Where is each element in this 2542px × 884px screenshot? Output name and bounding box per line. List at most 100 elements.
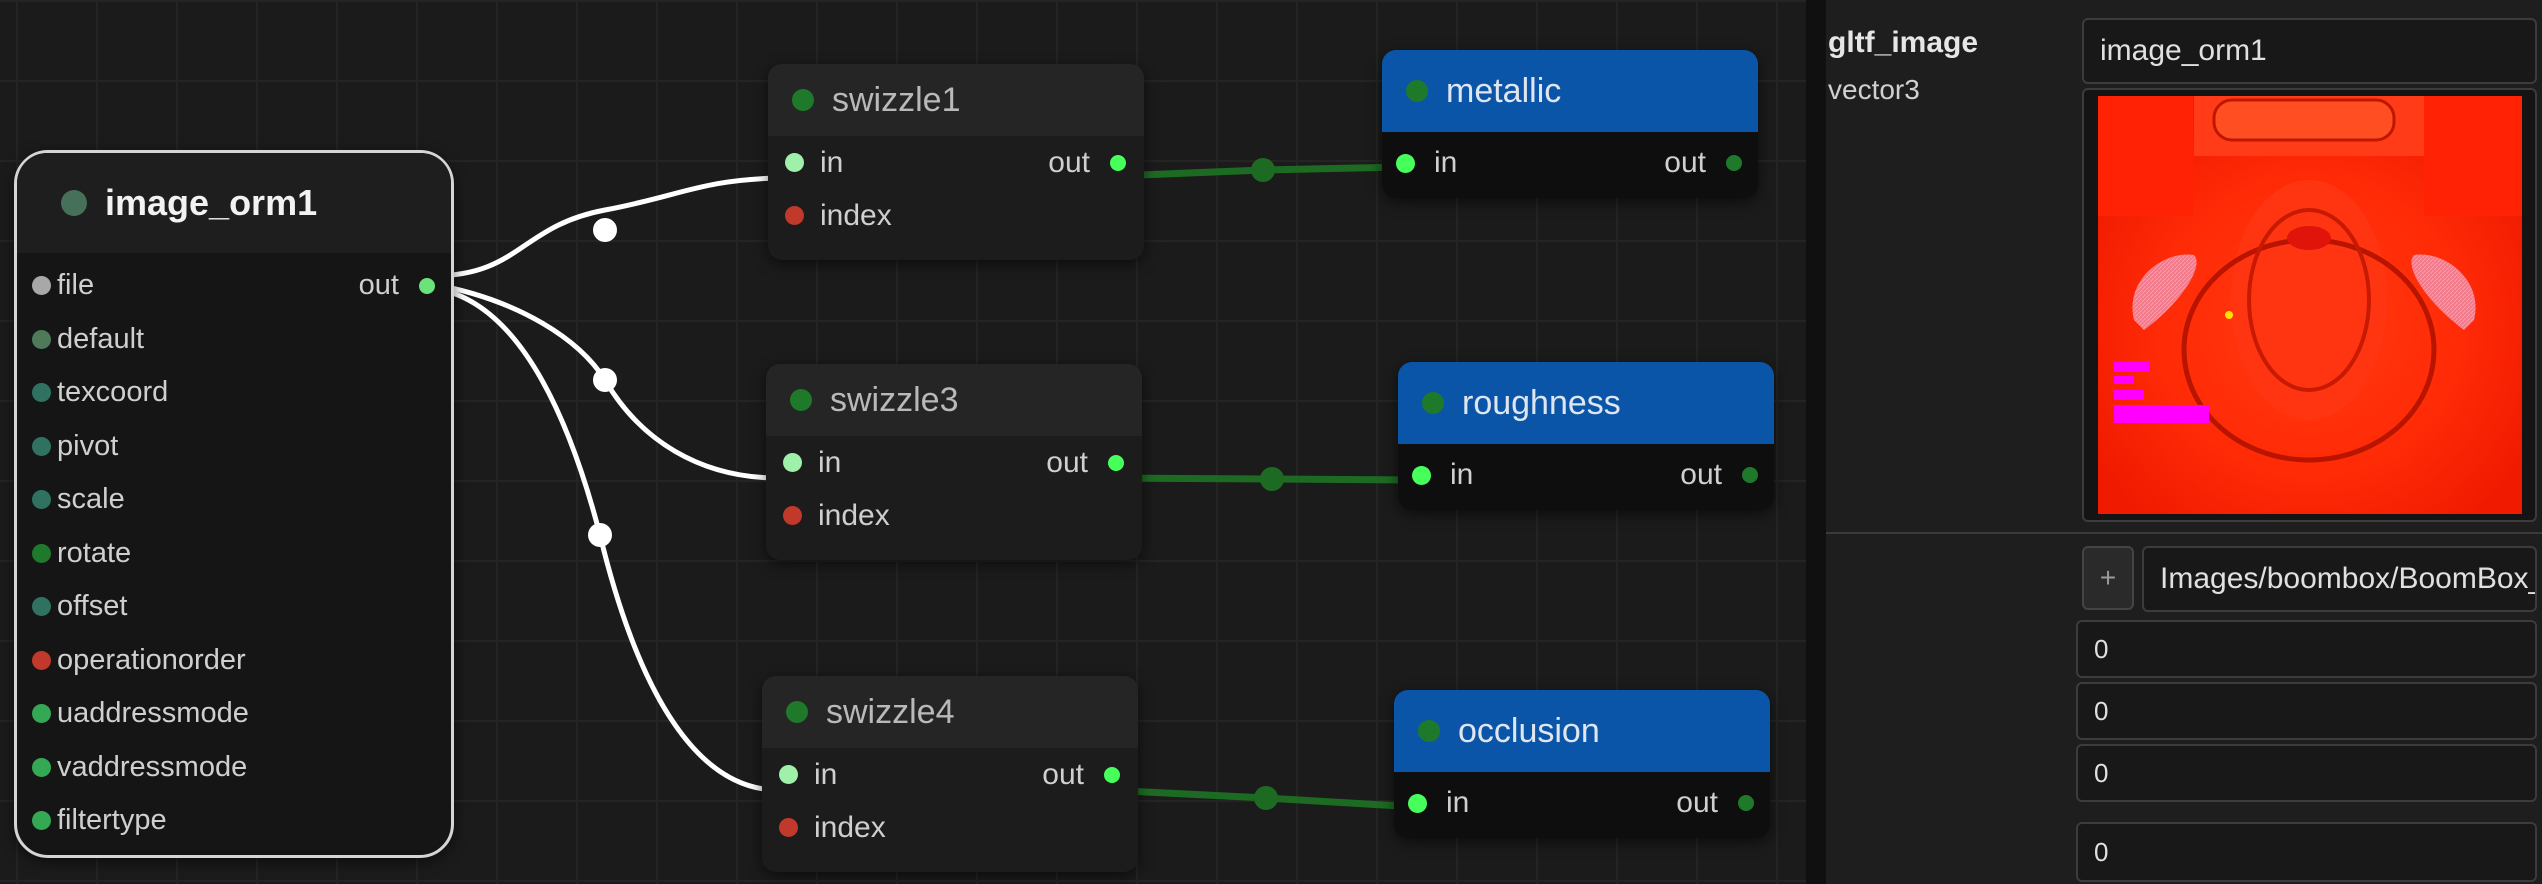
output-port[interactable] xyxy=(1104,766,1120,783)
port-label: offset xyxy=(57,590,128,623)
input-port[interactable] xyxy=(32,329,51,349)
node-type-label: gltf_image xyxy=(1828,26,1979,59)
image-input-file: file out xyxy=(17,259,451,313)
panel-divider[interactable] xyxy=(1806,0,1826,884)
input-port[interactable] xyxy=(779,818,798,837)
node-status-dot xyxy=(61,190,87,216)
swizzle1-index-row: index xyxy=(768,189,1144,242)
swizzle3-header[interactable]: swizzle3 xyxy=(766,364,1142,436)
port-label: uaddressmode xyxy=(57,697,249,730)
occlusion-header[interactable]: occlusion xyxy=(1394,690,1770,772)
image-input-uaddressmode: uaddressmode xyxy=(17,687,451,741)
input-port[interactable] xyxy=(785,153,804,172)
node-status-dot xyxy=(786,701,808,723)
port-label: in xyxy=(1434,146,1458,179)
port-label: in xyxy=(1446,786,1470,819)
input-port[interactable] xyxy=(32,383,51,403)
port-label: index xyxy=(814,810,886,844)
output-port[interactable] xyxy=(1726,155,1742,171)
port-label: file xyxy=(57,269,95,302)
default-z-input[interactable]: 0 xyxy=(2076,744,2537,802)
input-port[interactable] xyxy=(783,453,802,472)
swizzle4-index-row: index xyxy=(762,801,1138,854)
output-port[interactable] xyxy=(1742,467,1758,483)
node-status-dot xyxy=(1418,720,1440,742)
port-label: filtertype xyxy=(57,804,167,837)
roughness-header[interactable]: roughness xyxy=(1398,362,1774,444)
input-port[interactable] xyxy=(785,206,804,225)
port-label: out xyxy=(358,269,399,302)
output-port[interactable] xyxy=(1108,454,1124,471)
output-port[interactable] xyxy=(1110,154,1126,171)
input-port[interactable] xyxy=(32,543,51,563)
port-label: out xyxy=(1042,757,1084,791)
image-node-header[interactable]: image_orm1 xyxy=(17,153,451,253)
image-node[interactable]: image_orm1 file out default texcoord pivot sc… xyxy=(14,150,454,858)
swizzle1-header[interactable]: swizzle1 xyxy=(768,64,1144,136)
node-status-dot xyxy=(792,89,814,111)
metallic-header[interactable]: metallic xyxy=(1382,50,1758,132)
image-input-texcoord: texcoord xyxy=(17,366,451,420)
input-port[interactable] xyxy=(1408,793,1427,813)
input-port[interactable] xyxy=(32,276,51,296)
input-port[interactable] xyxy=(779,765,798,784)
image-node-ports: file out default texcoord pivot scale rotate of… xyxy=(17,253,451,848)
node-name-input[interactable]: image_orm1 xyxy=(2082,18,2537,84)
wire-knot xyxy=(1260,467,1284,491)
image-input-filtertype: filtertype xyxy=(17,794,451,848)
swizzle3-title: swizzle3 xyxy=(830,380,959,419)
port-label: out xyxy=(1680,458,1722,491)
image-input-pivot: pivot xyxy=(17,420,451,474)
node-status-dot xyxy=(1422,392,1444,414)
swizzle4-header[interactable]: swizzle4 xyxy=(762,676,1138,748)
roughness-node[interactable]: roughness in out xyxy=(1398,362,1774,510)
port-label: scale xyxy=(57,483,125,516)
node-status-dot xyxy=(790,389,812,411)
file-path-input[interactable]: Images/boombox/BoomBox_occlusionRoughnes… xyxy=(2142,546,2537,612)
default-y-input[interactable]: 0 xyxy=(2076,682,2537,740)
port-label: operationorder xyxy=(57,643,246,676)
input-port[interactable] xyxy=(32,704,51,724)
roughness-in-row: in out xyxy=(1398,444,1774,506)
input-port[interactable] xyxy=(32,490,51,510)
swizzle3-index-row: index xyxy=(766,489,1142,542)
input-port[interactable] xyxy=(32,597,51,617)
port-label: vaddressmode xyxy=(57,750,248,783)
swizzle4-title: swizzle4 xyxy=(826,692,955,731)
wire-knot xyxy=(1251,158,1275,182)
port-label: index xyxy=(820,198,892,232)
input-port[interactable] xyxy=(783,506,802,525)
swizzle4-node[interactable]: swizzle4 in out index xyxy=(762,676,1138,872)
port-label: out xyxy=(1046,445,1088,479)
image-input-default: default xyxy=(17,313,451,367)
image-input-operationorder: operationorder xyxy=(17,634,451,688)
image-node-title: image_orm1 xyxy=(105,182,318,223)
swizzle1-in-row: in out xyxy=(768,136,1144,189)
wire-knot xyxy=(588,523,612,547)
input-port[interactable] xyxy=(1412,465,1431,485)
metallic-node[interactable]: metallic in out xyxy=(1382,50,1758,198)
occlusion-node[interactable]: occlusion in out xyxy=(1394,690,1770,838)
swizzle1-node[interactable]: swizzle1 in out index xyxy=(768,64,1144,260)
default-x-input[interactable]: 0 xyxy=(2076,620,2537,678)
input-port[interactable] xyxy=(32,650,51,670)
port-label: index xyxy=(818,498,890,532)
image-input-scale: scale xyxy=(17,473,451,527)
occlusion-title: occlusion xyxy=(1458,711,1600,750)
output-port[interactable] xyxy=(1738,795,1754,811)
input-port[interactable] xyxy=(32,436,51,456)
occlusion-in-row: in out xyxy=(1394,772,1770,834)
texcoord-input[interactable]: 0 xyxy=(2076,822,2537,882)
node-graph-canvas[interactable]: image_orm1 file out default texcoord pivot sc… xyxy=(0,0,1806,884)
port-label: out xyxy=(1676,786,1718,819)
wire-knot xyxy=(593,368,617,392)
file-browse-button[interactable]: + xyxy=(2082,546,2134,610)
output-port[interactable] xyxy=(419,277,435,294)
swizzle3-node[interactable]: swizzle3 in out index xyxy=(766,364,1142,560)
input-port[interactable] xyxy=(32,757,51,777)
input-port[interactable] xyxy=(1396,153,1415,173)
port-label: in xyxy=(1450,458,1474,491)
metallic-title: metallic xyxy=(1446,71,1562,110)
wire-knot xyxy=(1254,786,1278,810)
input-port[interactable] xyxy=(32,811,51,831)
